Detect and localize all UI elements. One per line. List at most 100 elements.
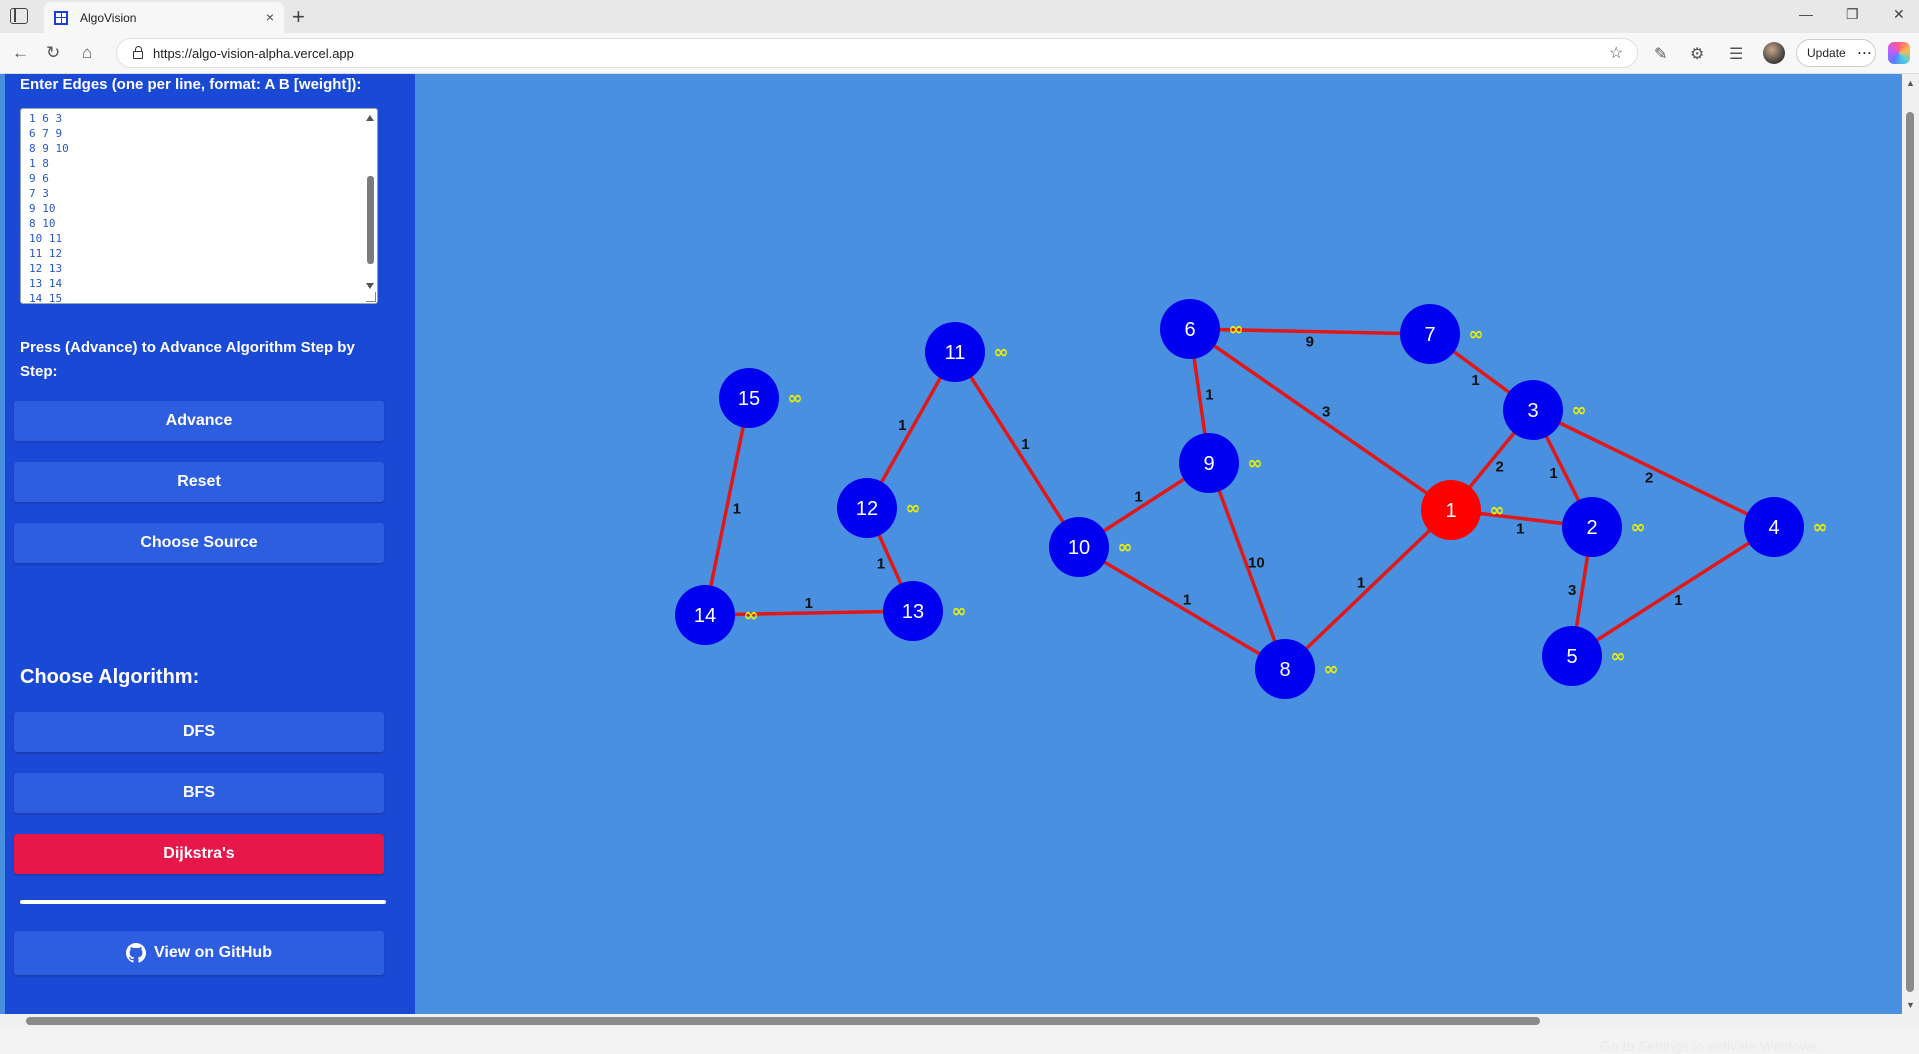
- page-viewport: 3 9 10 1 1 1 1 1 1 1 1 1 1 2 1 1 2 3 1 1 ∞ 2 ∞ 3 ∞ 4 ∞ 5 ∞ 6 ∞ 7 ∞ 8 ∞ 9 ∞ 10…: [0, 74, 1919, 1054]
- browser-tab[interactable]: AlgoVision ×: [44, 2, 284, 33]
- edge-1-8: [1283, 508, 1453, 671]
- edge-weight-5-4: 1: [1674, 592, 1682, 609]
- edges-heading: Enter Edges (one per line, format: A B […: [20, 76, 362, 93]
- address-bar: ← ↻ ⌂ https://algo-vision-alpha.vercel.a…: [0, 33, 1919, 74]
- node-label-9: 9: [1203, 453, 1214, 475]
- edge-weight-13-14: 1: [805, 595, 813, 612]
- edge-weight-12-13: 1: [877, 556, 885, 573]
- edge-14-15: [703, 397, 751, 616]
- minimize-icon[interactable]: —: [1799, 6, 1813, 22]
- edge-weight-8-10: 1: [1183, 591, 1191, 608]
- extension-icon[interactable]: ✎: [1654, 44, 1667, 64]
- github-button[interactable]: View on GitHub: [14, 931, 384, 975]
- sidebar-divider: [20, 900, 386, 904]
- page-horizontal-scrollbar[interactable]: [0, 1014, 1919, 1028]
- edge-weight-9-10: 1: [1134, 489, 1142, 506]
- edge-weight-9-6: 1: [1205, 387, 1213, 404]
- page-vscroll-thumb[interactable]: [1906, 112, 1914, 992]
- edge-weight-3-2: 1: [1549, 465, 1557, 482]
- refresh-icon[interactable]: ↻: [46, 43, 60, 63]
- edge-weight-1-2: 1: [1516, 520, 1524, 537]
- node-label-10: 10: [1068, 537, 1090, 559]
- tab-actions-icon[interactable]: [10, 8, 28, 24]
- node-distance-9: ∞: [1248, 453, 1263, 474]
- edge-weight-11-12: 1: [898, 417, 906, 434]
- window-close-icon[interactable]: ✕: [1893, 6, 1905, 23]
- sidebar: Enter Edges (one per line, format: A B […: [5, 74, 415, 1014]
- advance-button[interactable]: Advance: [14, 401, 384, 441]
- edge-weight-1-6: 3: [1322, 403, 1330, 420]
- profile-avatar[interactable]: [1763, 42, 1785, 64]
- advance-heading: Press (Advance) to Advance Algorithm Ste…: [20, 339, 355, 380]
- home-icon[interactable]: ⌂: [82, 43, 92, 63]
- update-button[interactable]: Update ···: [1796, 39, 1876, 67]
- node-label-11: 11: [945, 342, 966, 364]
- node-distance-11: ∞: [994, 342, 1009, 363]
- edge-8-9: [1207, 462, 1287, 670]
- scroll-down-icon[interactable]: [366, 283, 374, 289]
- edge-weight-14-15: 1: [733, 500, 741, 517]
- node-label-12: 12: [856, 498, 878, 520]
- textarea-scrollbar[interactable]: [364, 111, 376, 303]
- node-label-1: 1: [1445, 500, 1456, 522]
- edge-weight-1-3: 2: [1496, 458, 1504, 475]
- github-icon: [126, 943, 147, 963]
- dijkstra-button[interactable]: Dijkstra's: [14, 834, 384, 874]
- update-label: Update: [1807, 46, 1846, 60]
- reset-button[interactable]: Reset: [14, 462, 384, 502]
- bfs-button[interactable]: BFS: [14, 773, 384, 813]
- choose-source-button[interactable]: Choose Source: [14, 523, 384, 563]
- edge-weight-10-11: 1: [1021, 436, 1029, 453]
- node-label-2: 2: [1586, 517, 1597, 539]
- node-label-3: 3: [1527, 400, 1538, 422]
- edge-weight-8-9: 10: [1248, 555, 1265, 572]
- scroll-thumb[interactable]: [367, 176, 374, 264]
- tab-close-icon[interactable]: ×: [266, 9, 274, 25]
- node-distance-7: ∞: [1469, 324, 1484, 345]
- github-label: View on GitHub: [154, 944, 272, 961]
- dfs-button[interactable]: DFS: [14, 712, 384, 752]
- activate-windows-subtitle: Go to Settings to activate Windows.: [1600, 1038, 1821, 1054]
- node-label-15: 15: [738, 388, 760, 410]
- edges-textarea[interactable]: 1 6 3 6 7 9 8 9 10 1 8 9 6 7 3 9 10 8 10…: [20, 108, 378, 304]
- edge-weight-6-7: 9: [1306, 333, 1314, 350]
- new-tab-button[interactable]: +: [292, 4, 305, 30]
- edge-weight-1-8: 1: [1357, 574, 1365, 591]
- favorites-icon[interactable]: ☰: [1729, 44, 1743, 64]
- node-label-7: 7: [1424, 324, 1435, 346]
- copilot-icon[interactable]: [1888, 42, 1910, 64]
- lock-icon: [133, 46, 143, 59]
- node-distance-14: ∞: [744, 605, 759, 626]
- node-distance-13: ∞: [952, 601, 967, 622]
- algorithm-heading: Choose Algorithm:: [20, 666, 200, 688]
- edge-weight-2-5: 3: [1568, 582, 1576, 599]
- url-field[interactable]: https://algo-vision-alpha.vercel.app: [116, 38, 1638, 68]
- node-label-8: 8: [1279, 659, 1290, 681]
- node-distance-12: ∞: [906, 498, 921, 519]
- page-vertical-scrollbar[interactable]: ▲ ▼: [1902, 74, 1919, 1014]
- page-scroll-down-icon[interactable]: ▼: [1906, 1000, 1915, 1010]
- back-icon[interactable]: ←: [12, 43, 29, 63]
- favorite-star-icon[interactable]: ☆: [1609, 43, 1623, 63]
- extensions-puzzle-icon[interactable]: ⚙: [1690, 44, 1704, 64]
- node-distance-8: ∞: [1324, 659, 1339, 680]
- resize-handle-icon[interactable]: [366, 292, 376, 302]
- page-hscroll-thumb[interactable]: [26, 1017, 1540, 1025]
- edge-10-11: [953, 351, 1081, 548]
- node-distance-15: ∞: [788, 388, 803, 409]
- node-distance-2: ∞: [1631, 517, 1646, 538]
- node-label-4: 4: [1768, 517, 1779, 539]
- page-scroll-up-icon[interactable]: ▲: [1906, 78, 1915, 88]
- node-label-13: 13: [902, 601, 924, 623]
- node-distance-6: ∞: [1229, 319, 1244, 340]
- node-distance-3: ∞: [1572, 400, 1587, 421]
- more-menu-icon[interactable]: ···: [1858, 46, 1873, 60]
- browser-tab-bar: AlgoVision × + — ❐ ✕: [0, 0, 1919, 33]
- edges-text: 1 6 3 6 7 9 8 9 10 1 8 9 6 7 3 9 10 8 10…: [29, 112, 69, 304]
- scroll-up-icon[interactable]: [366, 115, 374, 121]
- tab-title: AlgoVision: [80, 10, 137, 25]
- restore-icon[interactable]: ❐: [1846, 6, 1859, 23]
- node-distance-1: ∞: [1490, 500, 1505, 521]
- node-distance-4: ∞: [1813, 517, 1828, 538]
- node-label-5: 5: [1566, 646, 1577, 668]
